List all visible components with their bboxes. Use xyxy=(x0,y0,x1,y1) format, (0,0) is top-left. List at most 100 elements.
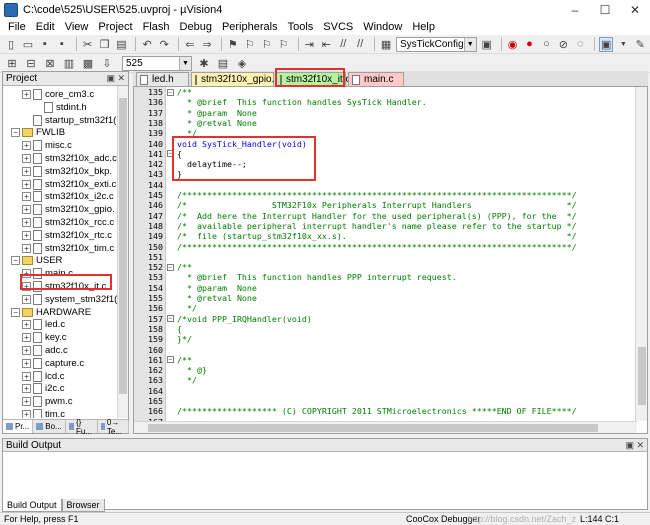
tree-file[interactable]: startup_stm32f1( xyxy=(22,114,116,127)
debug-start-icon[interactable]: ◉ xyxy=(506,37,520,52)
translate-icon[interactable]: ⊞ xyxy=(4,56,20,71)
comment-icon[interactable]: // xyxy=(336,37,350,52)
expand-icon[interactable]: + xyxy=(22,192,31,202)
minimize-button[interactable]: – xyxy=(560,3,590,17)
expand-icon[interactable]: + xyxy=(22,243,31,253)
breakpoint-icon[interactable]: ● xyxy=(523,37,537,52)
tree-file[interactable]: + key.c xyxy=(22,331,66,344)
tree-file[interactable]: + tim.c xyxy=(22,408,65,418)
menu-item-window[interactable]: Window xyxy=(359,21,408,33)
editor-vertical-scrollbar[interactable] xyxy=(635,87,647,421)
breakpoint-kill-icon[interactable]: ◌ xyxy=(573,37,587,52)
expand-icon[interactable]: + xyxy=(22,358,31,368)
collapse-icon[interactable]: − xyxy=(166,315,174,323)
save-icon[interactable]: ▪ xyxy=(38,37,52,52)
expand-icon[interactable]: + xyxy=(22,384,31,394)
tree-file[interactable]: + lcd.c xyxy=(22,370,65,383)
collapse-icon[interactable]: − xyxy=(166,88,174,96)
expand-icon[interactable]: + xyxy=(22,90,31,99)
expand-icon[interactable]: + xyxy=(22,179,31,189)
panel-controls[interactable]: ▣ ✕ xyxy=(106,73,125,84)
configure-icon[interactable]: ✎ xyxy=(633,37,647,52)
tree-file[interactable]: + i2c.c xyxy=(22,382,65,395)
breakpoint-disable-icon[interactable]: ○ xyxy=(539,37,553,52)
menu-item-help[interactable]: Help xyxy=(408,21,441,33)
uncomment-icon[interactable]: // xyxy=(353,37,367,52)
find-icon[interactable]: ▣ xyxy=(480,37,494,52)
menu-item-tools[interactable]: Tools xyxy=(284,21,320,33)
collapse-icon[interactable]: − xyxy=(166,263,174,271)
tree-file[interactable]: + misc.c xyxy=(22,139,72,152)
expand-icon[interactable]: + xyxy=(22,230,31,240)
window-layout-icon[interactable]: ▣ xyxy=(599,36,614,52)
editor-tab[interactable]: main.c xyxy=(348,72,404,86)
paste-icon[interactable]: ▤ xyxy=(115,37,129,52)
manage-components-icon[interactable]: ◈ xyxy=(234,56,250,71)
editor-tab[interactable]: stm32f10x_gpio.h xyxy=(191,72,280,86)
project-panel-tab[interactable]: 0→ Te... xyxy=(98,418,129,436)
bookmark-next-icon[interactable]: ⚐ xyxy=(260,37,274,52)
expand-icon[interactable]: + xyxy=(22,166,31,176)
menu-item-view[interactable]: View xyxy=(61,21,95,33)
code-editor[interactable]: 135−/** 136 * @brief This function handle… xyxy=(133,87,648,434)
collapse-icon[interactable]: − xyxy=(11,307,20,317)
tree-file[interactable]: + pwm.c xyxy=(22,395,72,408)
collapse-icon[interactable]: − xyxy=(166,150,174,158)
rebuild-icon[interactable]: ⊠ xyxy=(42,56,58,71)
menu-item-flash[interactable]: Flash xyxy=(139,21,176,33)
scrollbar-thumb[interactable] xyxy=(638,347,646,405)
expand-icon[interactable]: + xyxy=(22,154,31,163)
tree-file[interactable]: + stm32f10x_gpio. xyxy=(22,203,115,216)
project-tree-scrollbar[interactable] xyxy=(117,86,128,418)
menu-item-project[interactable]: Project xyxy=(94,21,138,33)
panel-controls[interactable]: ▣ ✕ xyxy=(625,440,644,451)
tree-file[interactable]: + core_cm3.c xyxy=(22,88,94,101)
tree-file[interactable]: + stm32f10x_it.c xyxy=(22,280,106,293)
tree-folder[interactable]: − HARDWARE xyxy=(11,306,91,319)
expand-icon[interactable]: + xyxy=(22,218,31,227)
build-output-tab[interactable]: Browser xyxy=(61,499,105,512)
nav-forward-icon[interactable]: ⇒ xyxy=(200,37,214,52)
chevron-down-icon[interactable]: ▼ xyxy=(463,37,476,51)
nav-back-icon[interactable]: ⇐ xyxy=(183,37,197,52)
tree-file[interactable]: + led.c xyxy=(22,318,65,331)
expand-icon[interactable]: + xyxy=(22,320,31,330)
find-in-files-icon[interactable]: ▦ xyxy=(379,37,393,52)
unindent-icon[interactable]: ⇤ xyxy=(319,37,333,52)
project-panel-tab[interactable]: {} Fu... xyxy=(66,418,98,436)
copy-icon[interactable]: ❐ xyxy=(98,37,112,52)
tree-file[interactable]: + stm32f10x_tim.c xyxy=(22,242,114,255)
tree-file[interactable]: + stm32f10x_rtc.c xyxy=(22,229,112,242)
expand-icon[interactable]: + xyxy=(22,346,31,355)
editor-tab[interactable]: led.h xyxy=(136,72,189,86)
stop-build-icon[interactable]: ▩ xyxy=(80,56,96,71)
breakpoint-clear-icon[interactable]: ⊘ xyxy=(556,37,570,52)
indent-icon[interactable]: ⇥ xyxy=(302,37,316,52)
cut-icon[interactable]: ✂ xyxy=(81,37,95,52)
tree-file[interactable]: + stm32f10x_exti.c xyxy=(22,178,116,191)
menu-item-svcs[interactable]: SVCS xyxy=(319,21,359,33)
tree-file[interactable]: + main.c xyxy=(22,267,73,280)
project-panel-tab[interactable]: Pr... xyxy=(3,420,34,433)
editor-horizontal-scrollbar[interactable] xyxy=(134,421,637,433)
project-panel-tab[interactable]: Bo... xyxy=(33,420,66,433)
bookmark-icon[interactable]: ⚑ xyxy=(226,37,240,52)
collapse-icon[interactable]: − xyxy=(166,356,174,364)
new-file-icon[interactable]: ▯ xyxy=(4,37,18,52)
expand-icon[interactable]: + xyxy=(22,269,31,279)
bookmark-prev-icon[interactable]: ⚐ xyxy=(243,37,257,52)
collapse-icon[interactable]: − xyxy=(11,256,20,266)
tree-folder[interactable]: − USER xyxy=(11,254,62,267)
tree-file[interactable]: stdint.h xyxy=(33,101,87,114)
tree-file[interactable]: + stm32f10x_i2c.c xyxy=(22,190,114,203)
target-combo[interactable]: 525 ▼ xyxy=(122,55,192,71)
expand-icon[interactable]: + xyxy=(22,141,31,151)
menu-item-debug[interactable]: Debug xyxy=(176,21,218,33)
file-extensions-icon[interactable]: ▤ xyxy=(215,56,231,71)
expand-icon[interactable]: + xyxy=(22,333,31,343)
tree-file[interactable]: + stm32f10x_adc.c xyxy=(22,152,117,165)
save-all-icon[interactable]: ▪ xyxy=(55,37,69,52)
undo-icon[interactable]: ↶ xyxy=(140,37,154,52)
menu-item-edit[interactable]: Edit xyxy=(32,21,61,33)
function-combo[interactable]: SysTickConfig ▼ xyxy=(396,36,477,52)
